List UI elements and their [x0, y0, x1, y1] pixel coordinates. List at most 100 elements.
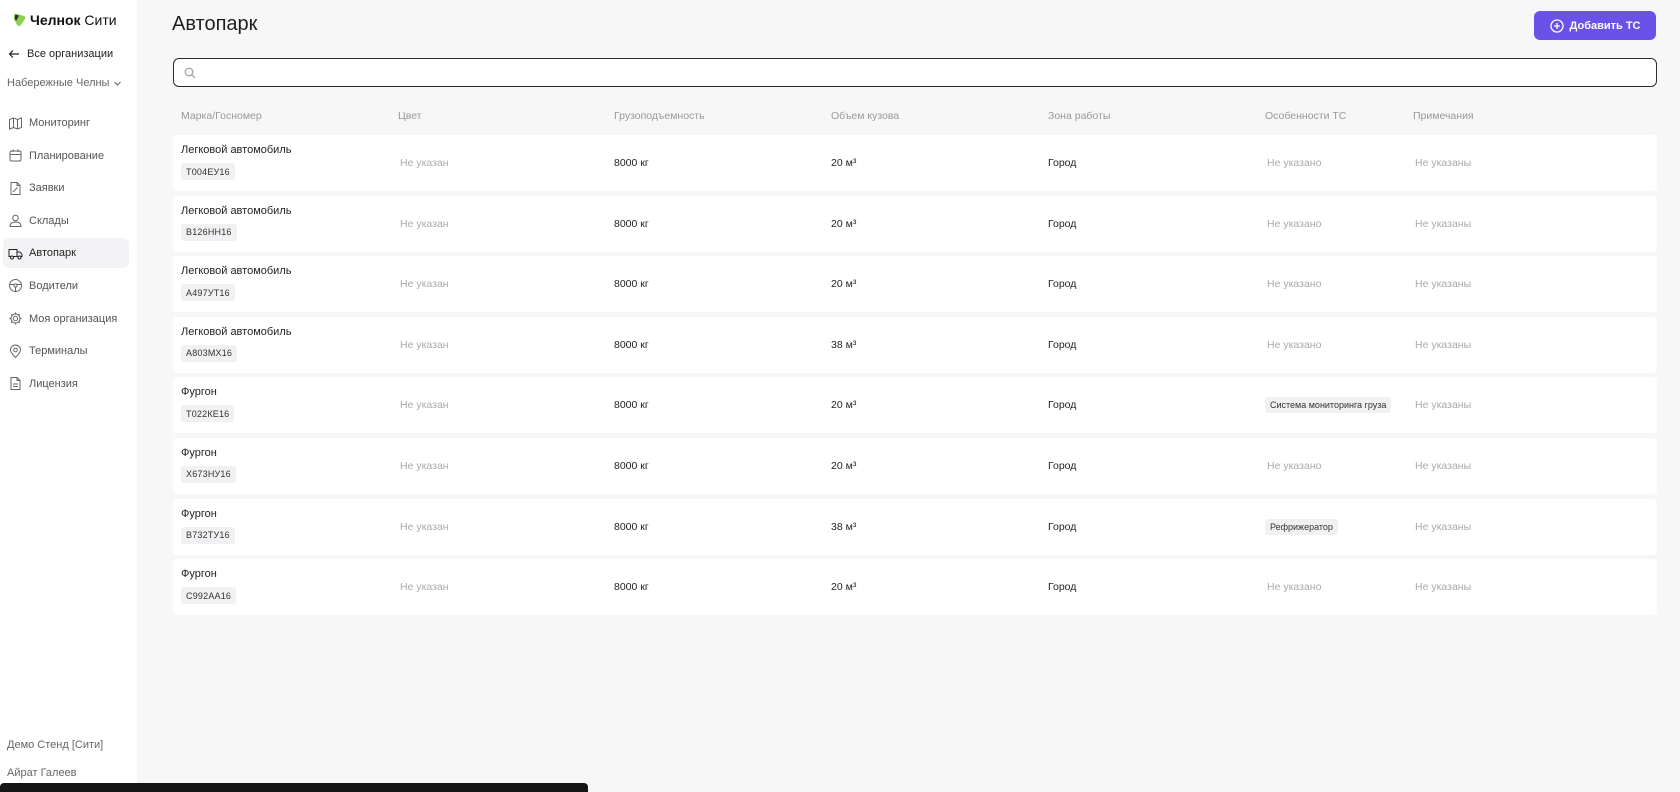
plate-badge: А803МХ16	[181, 344, 238, 362]
sidebar-item-warehouses[interactable]: Склады	[3, 206, 129, 236]
all-organizations-label: Все организации	[27, 48, 114, 60]
table-row[interactable]: Легковой автомобиль А497УТ16 Не указан 8…	[173, 256, 1657, 313]
plate-badge: А497УТ16	[181, 284, 235, 302]
logo[interactable]: Челнок Сити	[11, 12, 117, 28]
vehicle-zone: Город	[1048, 278, 1077, 291]
vehicle-capacity: 8000 кг	[614, 338, 649, 351]
add-vehicle-button[interactable]: Добавить ТС	[1534, 11, 1656, 40]
vehicle-color: Не указан	[400, 459, 449, 472]
vehicle-zone: Город	[1048, 338, 1077, 351]
document-edit-icon	[10, 181, 21, 195]
sidebar-item-terminals[interactable]: Терминалы	[3, 336, 129, 366]
sidebar-item-orders[interactable]: Заявки	[3, 173, 129, 203]
vehicle-features: Рефрижератор	[1265, 499, 1338, 555]
calendar-icon	[9, 149, 22, 162]
add-vehicle-label: Добавить ТС	[1569, 19, 1641, 32]
user-name[interactable]: Айрат Галеев	[7, 767, 77, 779]
search-box[interactable]	[173, 58, 1657, 87]
vehicle-model: Легковой автомобиль	[181, 204, 292, 217]
vehicle-model: Фургон	[181, 386, 217, 399]
vehicle-notes: Не указаны	[1415, 217, 1472, 230]
column-header-notes[interactable]: Примечания	[1413, 110, 1474, 122]
column-header-capacity[interactable]: Грузоподъемность	[614, 110, 705, 122]
sidebar-item-label: Водители	[29, 279, 79, 292]
plate-badge: В732ТУ16	[181, 526, 235, 544]
vehicle-model: Легковой автомобиль	[181, 325, 292, 338]
sidebar-item-fleet[interactable]: Автопарк	[3, 238, 129, 269]
vehicle-capacity: 8000 кг	[614, 581, 649, 594]
sidebar-item-planning[interactable]: Планирование	[3, 141, 129, 171]
city-select[interactable]: Набережные Челны	[7, 77, 122, 89]
search-input[interactable]	[202, 65, 1601, 80]
sidebar-item-drivers[interactable]: Водители	[3, 271, 129, 301]
vehicle-notes: Не указаны	[1415, 399, 1472, 412]
plate-badge: Т022КЕ16	[181, 405, 235, 423]
vehicle-volume: 20 м³	[831, 399, 857, 412]
vehicle-capacity: 8000 кг	[614, 459, 649, 472]
plus-circle-icon	[1549, 18, 1564, 33]
map-icon	[9, 116, 22, 130]
vehicle-features: Не указано	[1267, 581, 1322, 594]
vehicle-color: Не указан	[400, 581, 449, 594]
vehicle-zone: Город	[1048, 459, 1077, 472]
column-header-features[interactable]: Особенности ТС	[1265, 110, 1346, 122]
column-header-zone[interactable]: Зона работы	[1048, 110, 1110, 122]
vehicle-features: Не указано	[1267, 157, 1322, 169]
document-icon	[10, 377, 21, 391]
vehicle-capacity: 8000 кг	[614, 217, 649, 230]
sidebar-item-my-organization[interactable]: Моя организация	[3, 304, 129, 334]
table-row[interactable]: Фургон Т022КЕ16 Не указан 8000 кг 20 м³ …	[173, 377, 1657, 434]
vehicle-notes: Не указаны	[1415, 157, 1472, 169]
table-row[interactable]: Легковой автомобиль А803МХ16 Не указан 8…	[173, 316, 1657, 373]
vehicle-model: Фургон	[181, 568, 217, 581]
table-row[interactable]: Легковой автомобиль Т004ЕУ16 Не указан 8…	[173, 135, 1657, 191]
logo-icon	[14, 13, 26, 26]
column-header-color[interactable]: Цвет	[398, 110, 422, 122]
vehicle-volume: 20 м³	[831, 217, 857, 230]
column-header-volume[interactable]: Объем кузова	[831, 110, 899, 122]
sidebar: Челнок Сити Все организации Набережные Ч…	[0, 0, 137, 792]
vehicle-model: Легковой автомобиль	[181, 144, 292, 156]
vehicle-capacity: 8000 кг	[614, 399, 649, 412]
sidebar-item-label: Автопарк	[29, 247, 76, 260]
vehicle-volume: 20 м³	[831, 459, 857, 472]
vehicle-color: Не указан	[400, 338, 449, 351]
sidebar-item-label: Планирование	[29, 149, 105, 162]
table-header: Марка/Госномер Цвет Грузоподъемность Объ…	[173, 110, 1657, 124]
feature-tag: Рефрижератор	[1265, 518, 1338, 535]
vehicle-features: Не указано	[1267, 278, 1322, 291]
plate-badge: С992АА16	[181, 587, 237, 605]
all-organizations-link[interactable]: Все организации	[8, 48, 113, 60]
column-header-model[interactable]: Марка/Госномер	[181, 110, 262, 122]
plate-badge: В126НН16	[181, 223, 237, 241]
city-label: Набережные Челны	[7, 77, 110, 89]
table-row[interactable]: Фургон В732ТУ16 Не указан 8000 кг 38 м³ …	[173, 498, 1657, 555]
sidebar-item-label: Склады	[29, 214, 69, 227]
vehicle-table: Легковой автомобиль Т004ЕУ16 Не указан 8…	[173, 135, 1657, 620]
vehicle-features: Система мониторинга груза	[1265, 377, 1392, 433]
vehicle-notes: Не указаны	[1415, 581, 1472, 594]
gear-icon	[9, 312, 22, 325]
vehicle-model: Фургон	[181, 507, 217, 520]
vehicle-volume: 20 м³	[831, 581, 857, 594]
sidebar-item-label: Терминалы	[29, 345, 88, 358]
sidebar-item-label: Моя организация	[29, 312, 118, 325]
vehicle-notes: Не указаны	[1415, 338, 1472, 351]
vehicle-capacity: 8000 кг	[614, 278, 649, 291]
organization-name[interactable]: Демо Стенд [Сити]	[7, 739, 103, 751]
truck-icon	[8, 248, 23, 260]
sidebar-nav: Мониторинг Планирование Заявки Склады Ав…	[3, 108, 129, 401]
table-row[interactable]: Легковой автомобиль В126НН16 Не указан 8…	[173, 195, 1657, 252]
search-icon	[184, 67, 196, 78]
vehicle-color: Не указан	[400, 520, 449, 533]
vehicle-zone: Город	[1048, 217, 1077, 230]
table-row[interactable]: Фургон С992АА16 Не указан 8000 кг 20 м³ …	[173, 559, 1657, 616]
table-row[interactable]: Фургон Х673НУ16 Не указан 8000 кг 20 м³ …	[173, 437, 1657, 494]
sidebar-item-license[interactable]: Лицензия	[3, 369, 129, 399]
sidebar-item-monitoring[interactable]: Мониторинг	[3, 108, 129, 138]
chevron-down-icon	[114, 81, 122, 86]
vehicle-zone: Город	[1048, 520, 1077, 533]
vehicle-zone: Город	[1048, 157, 1077, 169]
vehicle-zone: Город	[1048, 399, 1077, 412]
plate-badge: Х673НУ16	[181, 465, 236, 483]
